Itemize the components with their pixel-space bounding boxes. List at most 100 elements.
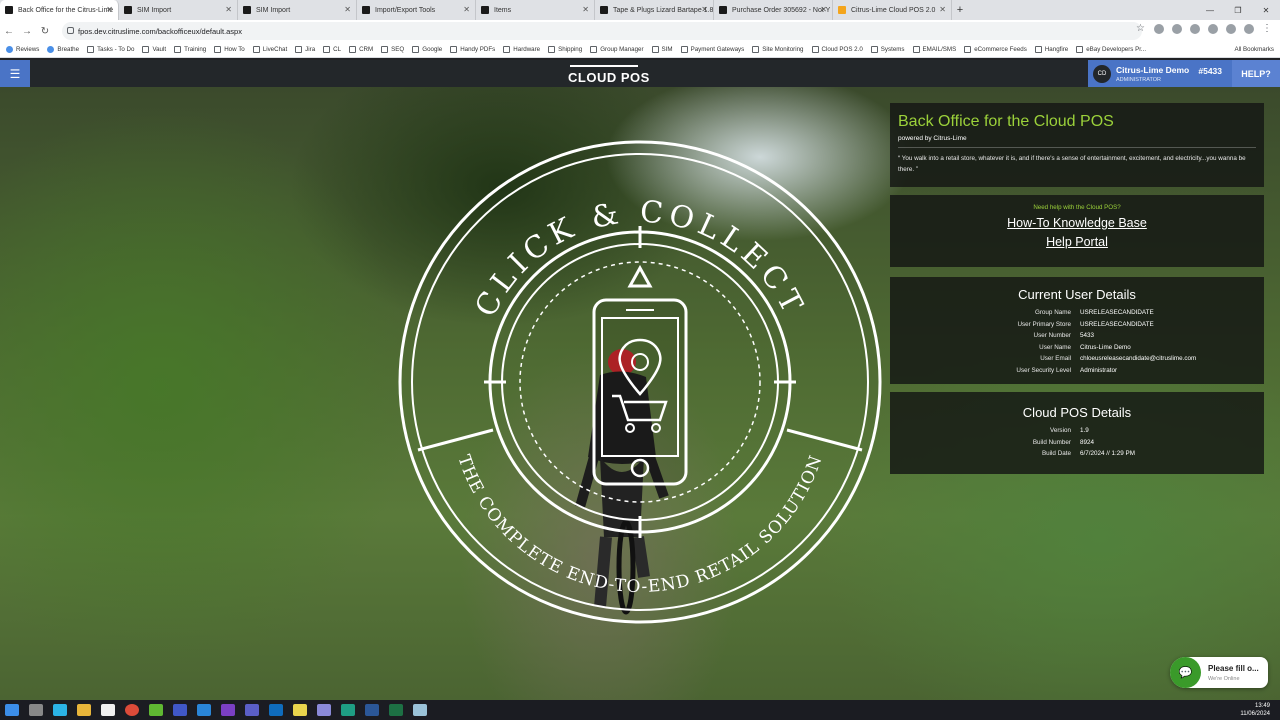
excel-icon[interactable] [389,704,403,716]
bookmark-item[interactable]: Jira [295,46,315,53]
task-view-icon[interactable] [29,704,43,716]
bookmark-label: How To [224,46,245,53]
bookmark-label: EMAIL/SMS [922,46,957,53]
extension-icon[interactable] [1190,24,1200,34]
file-explorer-icon[interactable] [77,704,91,716]
app-icon[interactable] [317,704,331,716]
user-details-panel: Current User Details Group Name USRELEASE… [890,277,1264,384]
citrus-lime-favicon-icon [719,6,727,14]
bookmark-star-icon[interactable]: ☆ [1136,24,1146,34]
new-tab-button[interactable]: + [952,0,968,20]
pos-details-title: Cloud POS Details [1022,405,1132,420]
chat-bubble-icon[interactable]: 💬 [1170,657,1201,688]
close-window-icon[interactable]: ✕ [1252,0,1280,20]
intro-panel: Back Office for the Cloud POS powered by… [890,103,1264,187]
reload-icon[interactable]: ↻ [36,26,54,37]
bookmark-item[interactable]: eCommerce Feeds [964,46,1027,53]
help-portal-link[interactable]: Help Portal [890,235,1264,249]
word-icon[interactable] [365,704,379,716]
site-info-icon[interactable] [67,27,74,34]
bookmark-item[interactable]: Handy PDFs [450,46,495,53]
app-icon[interactable] [413,704,427,716]
detail-label: User Security Level [1016,366,1071,374]
extension-icon[interactable] [1208,24,1218,34]
close-tab-icon[interactable]: ✕ [106,5,113,14]
app-icon[interactable] [149,704,163,716]
menu-kebab-icon[interactable]: ⋮ [1262,24,1272,34]
bookmark-item[interactable]: Google [412,46,442,53]
bookmark-item[interactable]: Cloud POS 2.0 [811,46,863,53]
puzzle-icon[interactable] [1226,24,1236,34]
outlook-icon[interactable] [269,704,283,716]
bookmark-item[interactable]: Group Manager [590,46,644,53]
close-tab-icon[interactable]: ✕ [582,5,589,14]
bookmark-item[interactable]: CL [323,46,341,53]
bookmark-item[interactable]: SIM [651,46,673,53]
minimize-icon[interactable]: — [1196,0,1224,20]
detail-row: Build Number 8924 [890,439,1264,451]
bookmark-item[interactable]: Vault [142,46,166,53]
close-tab-icon[interactable]: ✕ [701,5,708,14]
app-icon[interactable] [341,704,355,716]
live-chat-widget[interactable]: 💬 Please fill o... We're Online [1170,657,1268,688]
close-tab-icon[interactable]: ✕ [225,5,232,14]
help-button[interactable]: HELP? [1232,60,1280,87]
calendar-icon[interactable] [101,704,115,716]
knowledge-base-link[interactable]: How-To Knowledge Base [890,216,1264,230]
browser-tab[interactable]: SIM Import ✕ [119,0,238,20]
browser-tab[interactable]: Import/Export Tools ✕ [357,0,476,20]
bookmark-item[interactable]: Breathe [47,46,79,53]
close-tab-icon[interactable]: ✕ [463,5,470,14]
close-tab-icon[interactable]: ✕ [820,5,827,14]
extension-icon[interactable] [1172,24,1182,34]
browser-tab[interactable]: Purchase Order 305692 - Not Y ✕ [714,0,833,20]
bookmark-item[interactable]: EMAIL/SMS [912,46,957,53]
bookmark-item[interactable]: LiveChat [252,46,287,53]
forward-icon[interactable]: → [18,26,36,37]
bookmark-item[interactable]: SEQ [381,46,404,53]
bookmark-item[interactable]: Site Monitoring [752,46,804,53]
bookmark-item[interactable]: CRM [349,46,373,53]
teams-icon[interactable] [245,704,259,716]
pos-favicon-icon [838,6,846,14]
chrome-icon[interactable] [125,704,139,716]
browser-tab[interactable]: SIM Import ✕ [238,0,357,20]
menu-icon[interactable]: ☰ [0,60,30,87]
onenote-icon[interactable] [221,704,235,716]
app-icon[interactable] [173,704,187,716]
user-menu[interactable]: CD Citrus-Lime Demo ADMINISTRATOR #5433 [1088,60,1232,87]
bookmark-item[interactable]: Training [174,46,206,53]
browser-tab[interactable]: Items ✕ [476,0,595,20]
bookmark-item[interactable]: Hangfire [1034,46,1068,53]
bookmark-item[interactable]: How To [214,46,245,53]
browser-tab[interactable]: Back Office for the Citrus-Lime ✕ [0,0,119,20]
bookmark-label: CRM [359,46,374,53]
app-icon[interactable] [293,704,307,716]
bookmark-item[interactable]: Tasks - To Do [87,46,134,53]
bookmark-item[interactable]: eBay Developers Pr... [1076,46,1146,53]
bookmark-item[interactable]: Reviews [6,46,39,53]
browser-tab[interactable]: Citrus-Lime Cloud POS 2.0 ✕ [833,0,952,20]
detail-value: chloeusreleasecandidate@citruslime.com [1080,355,1197,362]
folder-icon [680,46,688,53]
bookmark-item[interactable]: Systems [870,46,905,53]
close-tab-icon[interactable]: ✕ [939,5,946,14]
bookmark-item[interactable]: Hardware [503,46,540,53]
address-bar[interactable]: fpos.dev.citruslime.com/backofficeux/def… [62,22,1142,40]
back-icon[interactable]: ← [0,26,18,37]
start-icon[interactable] [5,704,19,716]
close-tab-icon[interactable]: ✕ [344,5,351,14]
maximize-icon[interactable]: ❐ [1224,0,1252,20]
profile-avatar[interactable] [1244,24,1254,34]
browser-tab[interactable]: Tape & Plugs Lizard Bartape 1.8 ✕ [595,0,714,20]
bookmark-item[interactable]: Shipping [548,46,582,53]
bookmark-item[interactable]: Payment Gateways [680,46,744,53]
app-icon[interactable] [197,704,211,716]
chat-title: Please fill o... [1208,664,1259,673]
all-bookmarks-button[interactable]: All Bookmarks [1234,46,1274,53]
system-clock[interactable]: 13:49 11/06/2024 [1240,702,1270,718]
extension-icon[interactable] [1154,24,1164,34]
edge-icon[interactable] [53,704,67,716]
divider [898,147,1256,148]
bookmark-label: Training [184,46,207,53]
